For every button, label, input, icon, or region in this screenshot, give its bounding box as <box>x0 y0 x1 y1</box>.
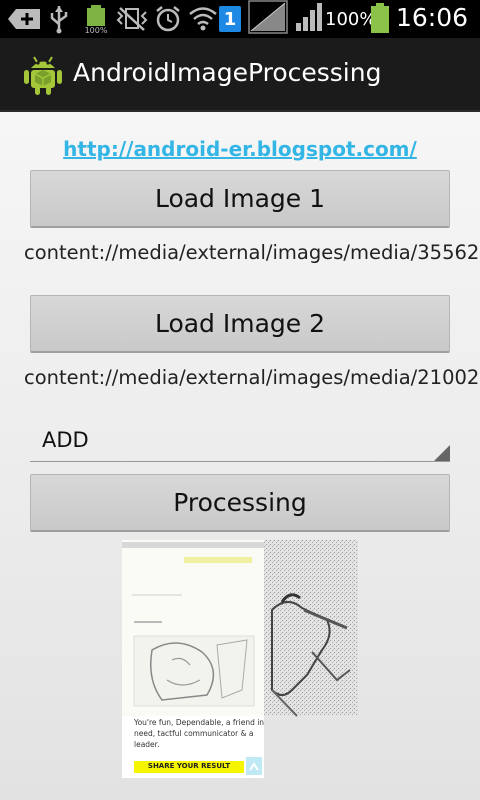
result-text-line-3: leader. <box>134 740 160 749</box>
result-image: You're fun, Dependable, a friend in need… <box>122 540 358 778</box>
no-vibration-icon <box>116 4 148 34</box>
load-image-2-button[interactable]: Load Image 2 <box>30 295 450 353</box>
spinner-dropdown-icon <box>434 445 450 461</box>
battery-icon <box>370 3 390 33</box>
sim-card-icon: 1 <box>219 6 241 32</box>
battery-status-icon: 100% <box>82 4 110 34</box>
load-image-1-button[interactable]: Load Image 1 <box>30 170 450 228</box>
battery-small-label: 100% <box>85 26 108 34</box>
main-content: http://android-er.blogspot.com/ Load Ima… <box>0 112 480 800</box>
share-result-button: SHARE YOUR RESULT <box>147 762 231 770</box>
status-time: 16:06 <box>396 3 469 32</box>
app-title: AndroidImageProcessing <box>73 58 382 87</box>
processing-button[interactable]: Processing <box>30 474 450 532</box>
operation-selected: ADD <box>42 428 89 452</box>
add-notification-icon <box>6 4 42 34</box>
sim-number: 1 <box>223 8 237 30</box>
signal-strength-icon <box>294 2 324 32</box>
status-bar: 100% 1 100% 16:06 <box>0 0 480 38</box>
alarm-clock-icon <box>154 4 182 34</box>
blog-link[interactable]: http://android-er.blogspot.com/ <box>0 137 480 161</box>
result-text-line-1: You're fun, Dependable, a friend in <box>134 718 265 727</box>
wifi-icon <box>188 4 218 34</box>
no-signal-icon <box>248 0 288 34</box>
usb-icon <box>48 4 70 34</box>
android-app-icon[interactable] <box>22 52 64 96</box>
result-text-line-2: need, tactful communicator & a <box>134 729 254 738</box>
battery-percent: 100% <box>325 9 377 30</box>
image-2-uri: content://media/external/images/media/21… <box>24 366 480 389</box>
image-1-uri: content://media/external/images/media/35… <box>24 241 480 264</box>
action-bar: AndroidImageProcessing <box>0 38 480 112</box>
operation-spinner[interactable]: ADD <box>30 422 450 462</box>
